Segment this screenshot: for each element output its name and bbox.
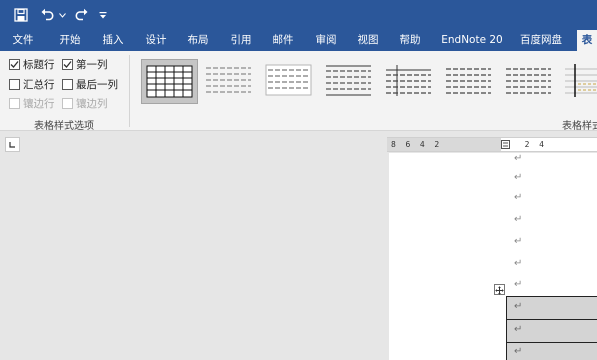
table-cell-mark[interactable]: ↵ [514, 301, 522, 312]
checkbox-box[interactable] [62, 78, 73, 90]
table-style-plain-3[interactable] [321, 59, 378, 104]
table-style-plain-5[interactable] [441, 59, 498, 104]
paragraph-mark: ↵ [514, 214, 523, 225]
table-cell-mark[interactable]: ↵ [514, 324, 522, 335]
table-cell-mark[interactable]: ↵ [514, 346, 522, 357]
save-icon[interactable] [12, 0, 30, 30]
paragraph-mark: ↵ [514, 279, 523, 290]
ribbon: 标题行 第一列 汇总行 最后一列 镶边行 镶边列 表格样式选项 表格样 [0, 51, 597, 132]
first-column-checkbox[interactable]: 第一列 [62, 57, 108, 71]
ruler-right-numbers: 2 4 [515, 140, 544, 149]
total-row-label: 汇总行 [23, 78, 55, 91]
paragraph-mark: ↵ [514, 153, 523, 164]
document-table[interactable]: ↵ ↵ ↵ [506, 296, 597, 360]
table-style-options-group-label: 表格样式选项 [34, 121, 94, 132]
paragraph-mark: ↵ [514, 258, 523, 269]
ruler-left-numbers: 8 6 4 2 [391, 140, 440, 149]
table-border [507, 296, 597, 297]
move-icon [495, 286, 504, 295]
horizontal-ruler[interactable]: 8 6 4 2 2 4 [387, 137, 597, 152]
table-styles-group-label: 表格样式 [562, 121, 597, 132]
table-style-grid[interactable] [141, 59, 198, 104]
banded-columns-label: 镶边列 [76, 97, 108, 110]
table-style-plain-6[interactable] [501, 59, 558, 104]
banded-rows-label: 镶边行 [23, 97, 55, 110]
total-row-checkbox[interactable]: 汇总行 [9, 77, 55, 91]
header-row-checkbox[interactable]: 标题行 [9, 57, 55, 71]
tab-baidu-netdisk[interactable]: 百度网盘 [515, 30, 567, 51]
customize-qat-icon[interactable] [97, 0, 109, 30]
tab-endnote[interactable]: EndNote 20 [438, 30, 506, 51]
checkbox-box[interactable] [9, 58, 20, 70]
table-style-plain-1[interactable] [201, 59, 258, 104]
tab-table-design[interactable]: 表 [577, 30, 597, 51]
table-style-grid-light[interactable] [561, 59, 597, 104]
tab-design[interactable]: 设计 [138, 30, 174, 51]
tab-stop-selector[interactable] [5, 137, 20, 152]
ruler-indent-marker-icon[interactable] [501, 140, 510, 149]
checkmark-icon [10, 60, 19, 68]
table-border [507, 319, 597, 320]
tab-insert[interactable]: 插入 [95, 30, 131, 51]
tab-review[interactable]: 审阅 [308, 30, 344, 51]
tab-references[interactable]: 引用 [223, 30, 259, 51]
ribbon-tabs: 文件 开始 插入 设计 布局 引用 邮件 审阅 视图 帮助 EndNote 20… [0, 30, 597, 51]
checkbox-box[interactable] [62, 97, 73, 109]
table-style-plain-4[interactable] [381, 59, 438, 104]
paragraph-mark: ↵ [514, 192, 523, 203]
checkbox-box[interactable] [9, 97, 20, 109]
tab-home[interactable]: 开始 [52, 30, 88, 51]
table-move-handle[interactable] [494, 284, 505, 295]
redo-icon[interactable] [72, 0, 90, 30]
group-separator [129, 55, 130, 127]
undo-icon[interactable] [38, 0, 56, 30]
last-column-label: 最后一列 [76, 78, 118, 91]
banded-columns-checkbox[interactable]: 镶边列 [62, 96, 108, 110]
last-column-checkbox[interactable]: 最后一列 [62, 77, 118, 91]
header-row-label: 标题行 [23, 58, 55, 71]
left-tab-icon [9, 142, 15, 148]
tab-help[interactable]: 帮助 [392, 30, 428, 51]
first-column-label: 第一列 [76, 58, 108, 71]
checkmark-icon [63, 60, 72, 68]
checkbox-box[interactable] [9, 78, 20, 90]
checkbox-box[interactable] [62, 58, 73, 70]
table-border [507, 342, 597, 343]
paragraph-mark: ↵ [514, 236, 523, 247]
banded-rows-checkbox[interactable]: 镶边行 [9, 96, 55, 110]
undo-dropdown-icon[interactable] [57, 0, 67, 30]
tab-mailings[interactable]: 邮件 [265, 30, 301, 51]
paragraph-mark: ↵ [514, 172, 523, 183]
tab-file[interactable]: 文件 [5, 30, 41, 51]
tab-view[interactable]: 视图 [350, 30, 386, 51]
table-style-plain-2[interactable] [261, 59, 318, 104]
title-bar [0, 0, 597, 30]
tab-layout[interactable]: 布局 [180, 30, 216, 51]
